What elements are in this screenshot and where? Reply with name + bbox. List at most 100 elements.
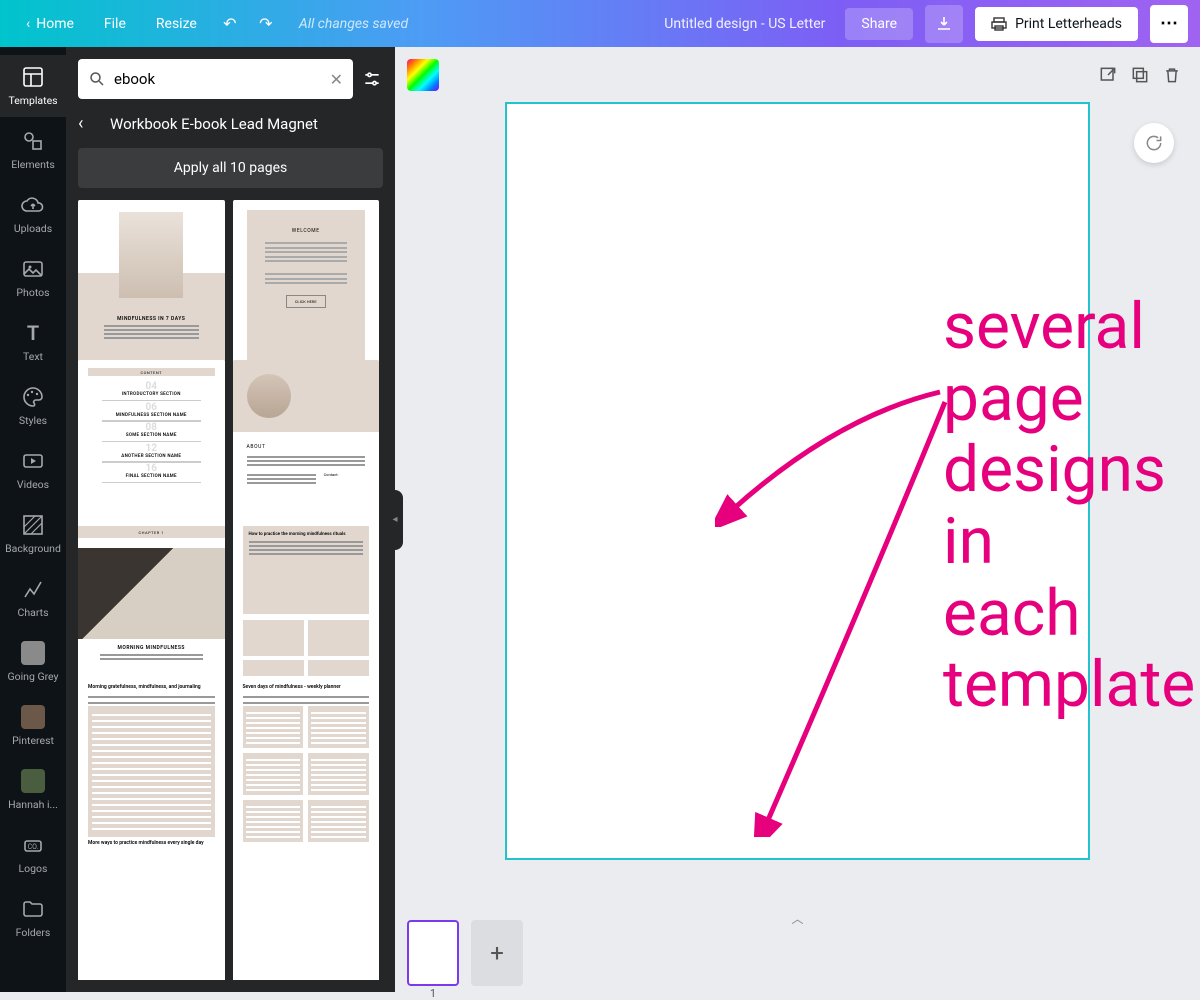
canvas-page[interactable] (505, 102, 1090, 860)
thumb-cta: CLICK HERE (286, 295, 326, 308)
back-button[interactable]: ‹ (78, 113, 98, 134)
svg-text:CO.: CO. (28, 843, 39, 851)
download-button[interactable] (925, 5, 963, 43)
canvas-area: ◂ several page designs in each template (395, 47, 1200, 992)
elements-icon (21, 129, 45, 153)
rail-templates[interactable]: Templates (0, 55, 66, 117)
text-icon: T (21, 321, 45, 345)
rail-elements[interactable]: Elements (0, 119, 66, 181)
add-page-button[interactable]: + (471, 920, 523, 986)
rail-label: Background (5, 542, 61, 555)
thumb-title: More ways to practice mindfulness every … (88, 840, 215, 846)
thumb-title: ABOUT (247, 444, 366, 450)
page-number: 1 (430, 987, 436, 1000)
thumb-section: MINDFULNESS SECTION NAME (88, 413, 215, 418)
thumb-contact: Contact: (324, 472, 365, 486)
charts-icon (21, 577, 45, 601)
rail-label: Folders (16, 926, 51, 939)
rail-videos[interactable]: Videos (0, 439, 66, 501)
thumb-section: SOME SECTION NAME (88, 433, 215, 438)
templates-icon (21, 65, 45, 89)
home-button[interactable]: ‹ Home (12, 8, 88, 40)
more-menu[interactable]: ⋯ (1150, 5, 1188, 43)
app-icon (21, 769, 45, 793)
rail-label: Charts (18, 606, 49, 619)
file-menu[interactable]: File (90, 8, 140, 40)
search-icon (88, 70, 106, 88)
thumb-title: Seven days of mindfulness - weekly plann… (243, 684, 370, 690)
thumb-title: How to practice the morning mindfulness … (249, 532, 364, 537)
undo-button[interactable]: ↶ (213, 7, 247, 41)
uploads-icon (21, 193, 45, 217)
photos-icon (21, 257, 45, 281)
rail-photos[interactable]: Photos (0, 247, 66, 309)
rail-text[interactable]: T Text (0, 311, 66, 373)
app-icon (21, 705, 45, 729)
share-button[interactable]: Share (845, 8, 913, 40)
templates-panel: ✕ ‹ Workbook E-book Lead Magnet Apply al… (66, 47, 395, 992)
expand-strip-icon[interactable]: ︿ (791, 910, 803, 927)
filter-button[interactable] (361, 68, 383, 90)
print-button[interactable]: Print Letterheads (975, 7, 1138, 41)
document-title[interactable]: Untitled design - US Letter (664, 16, 825, 32)
thumb-title: MORNING MINDFULNESS (92, 645, 211, 651)
thumb-title: MINDFULNESS IN 7 DAYS (96, 316, 207, 322)
rail-going-grey[interactable]: Going Grey (0, 631, 66, 693)
home-label: Home (36, 16, 74, 32)
app-icon (21, 641, 45, 665)
download-icon (936, 16, 952, 32)
thumb-label: CHAPTER 1 (78, 526, 225, 538)
chevron-left-icon: ‹ (26, 16, 30, 32)
thumb-title: Morning gratefulness, mindfulness, and j… (88, 684, 215, 690)
print-label: Print Letterheads (1015, 16, 1122, 32)
top-bar: ‹ Home File Resize ↶ ↷ All changes saved… (0, 0, 1200, 47)
thumb-label: CONTENT (88, 368, 215, 376)
rail-folders[interactable]: Folders (0, 887, 66, 949)
print-icon (991, 16, 1007, 32)
regenerate-button[interactable] (1134, 123, 1174, 163)
redo-button[interactable]: ↷ (249, 7, 283, 41)
rail-label: Pinterest (12, 734, 54, 747)
clear-search-icon[interactable]: ✕ (330, 70, 343, 89)
template-thumbnails: MINDFULNESS IN 7 DAYS WELCOMECLICK HERE … (78, 200, 383, 980)
save-status: All changes saved (299, 16, 408, 32)
videos-icon (21, 449, 45, 473)
rail-label: Elements (11, 158, 55, 171)
rail-label: Uploads (14, 222, 52, 235)
thumb-section: ANOTHER SECTION NAME (88, 454, 215, 459)
rail-styles[interactable]: Styles (0, 375, 66, 437)
rail-label: Text (23, 350, 43, 363)
rail-logos[interactable]: CO. Logos (0, 823, 66, 885)
resize-menu[interactable]: Resize (142, 8, 211, 40)
template-page-thumb[interactable] (233, 832, 380, 980)
rail-hannah[interactable]: Hannah i... (0, 759, 66, 821)
page-strip: ︿ 1 + (395, 914, 1200, 992)
rail-label: Going Grey (7, 670, 58, 683)
rail-uploads[interactable]: Uploads (0, 183, 66, 245)
sliders-icon (362, 69, 382, 89)
background-icon (21, 513, 45, 537)
rail-charts[interactable]: Charts (0, 567, 66, 629)
rail-label: Styles (19, 414, 47, 427)
refresh-icon (1144, 133, 1164, 153)
template-page-thumb[interactable]: More ways to practice mindfulness every … (78, 832, 225, 980)
rail-label: Videos (17, 478, 49, 491)
logos-icon: CO. (21, 833, 45, 857)
search-input[interactable] (114, 70, 322, 88)
apply-all-button[interactable]: Apply all 10 pages (78, 148, 383, 188)
rail-label: Templates (8, 94, 57, 107)
rail-label: Photos (16, 286, 49, 299)
thumb-section: INTRODUCTORY SECTION (88, 392, 215, 397)
side-rail: Templates Elements Uploads Photos T Text… (0, 47, 66, 992)
rail-label: Hannah i... (8, 798, 58, 811)
page-thumbnail[interactable]: 1 (407, 920, 459, 986)
search-box[interactable]: ✕ (78, 59, 353, 99)
rail-background[interactable]: Background (0, 503, 66, 565)
styles-icon (21, 385, 45, 409)
thumb-section: FINAL SECTION NAME (88, 474, 215, 479)
breadcrumb-label: Workbook E-book Lead Magnet (110, 115, 318, 133)
folders-icon (21, 897, 45, 921)
rail-pinterest[interactable]: Pinterest (0, 695, 66, 757)
rail-label: Logos (19, 862, 48, 875)
thumb-title: WELCOME (261, 228, 352, 234)
